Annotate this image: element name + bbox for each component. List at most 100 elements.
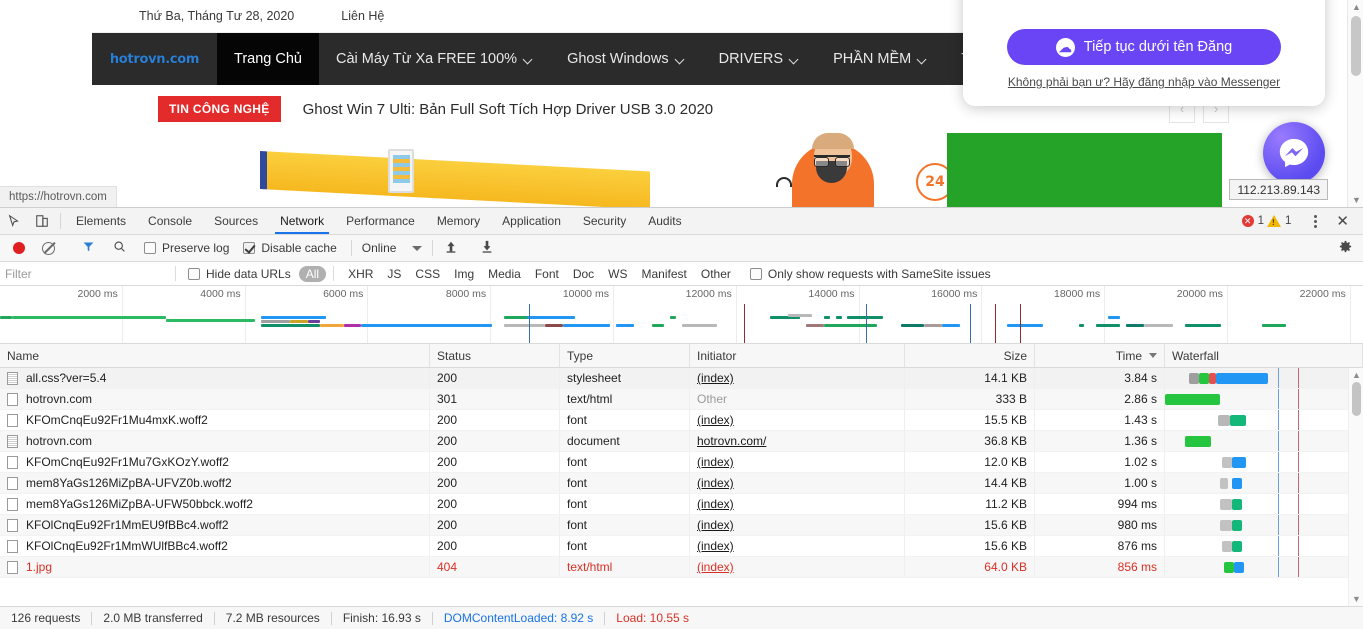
cell-name[interactable]: KFOlCnqEu92Fr1MmWUlfBBc4.woff2 (0, 536, 430, 556)
cell-name[interactable]: KFOmCnqEu92Fr1Mu7GxKOzY.woff2 (0, 452, 430, 472)
tab-application[interactable]: Application (491, 208, 572, 234)
column-header-time[interactable]: Time (1035, 344, 1165, 367)
nav-item-phan-mem[interactable]: PHẦN MỀM (816, 33, 944, 85)
messenger-continue-button[interactable]: ☁ Tiếp tục dưới tên Đăng (1007, 29, 1281, 65)
chip-manifest[interactable]: Manifest (635, 266, 694, 282)
toggle-device-toolbar-icon[interactable] (28, 208, 56, 234)
table-scrollbar-thumb[interactable] (1352, 382, 1361, 416)
initiator-link[interactable]: (index) (697, 518, 734, 532)
cell-initiator[interactable]: hotrovn.com/ (690, 431, 905, 451)
table-row[interactable]: hotrovn.com 200 document hotrovn.com/36.8 K… (0, 431, 1363, 452)
cell-name[interactable]: hotrovn.com (0, 431, 430, 451)
cell-name[interactable]: mem8YaGs126MiZpBA-UFW50bbck.woff2 (0, 494, 430, 514)
messenger-switch-account-link[interactable]: Không phải bạn ư? Hãy đăng nhập vào Mess… (1008, 75, 1280, 89)
error-count-badge[interactable]: ✕ 1 (1241, 215, 1264, 227)
topbar-contact-link[interactable]: Liên Hệ (341, 9, 384, 23)
tab-console[interactable]: Console (137, 208, 203, 234)
page-scrollbar[interactable]: ▲ ▼ (1347, 0, 1363, 207)
export-har-icon[interactable] (480, 240, 494, 257)
search-icon[interactable] (113, 240, 126, 256)
cell-initiator[interactable]: (index) (690, 557, 905, 577)
initiator-link[interactable]: hotrovn.com/ (697, 434, 766, 448)
chip-ws[interactable]: WS (601, 266, 634, 282)
cell-initiator[interactable]: (index) (690, 368, 905, 388)
cell-name[interactable]: all.css?ver=5.4 (0, 368, 430, 388)
column-header-initiator[interactable]: Initiator (690, 344, 905, 367)
scroll-up-arrow-icon[interactable]: ▲ (1352, 370, 1361, 380)
table-row[interactable]: mem8YaGs126MiZpBA-UFVZ0b.woff2 200 font (in… (0, 473, 1363, 494)
filter-toggle-icon[interactable] (82, 240, 95, 256)
cell-initiator[interactable]: (index) (690, 536, 905, 556)
scroll-down-arrow-icon[interactable]: ▼ (1352, 195, 1361, 205)
column-header-size[interactable]: Size (905, 344, 1035, 367)
site-logo[interactable]: hotrovn.com (92, 33, 217, 85)
initiator-link[interactable]: (index) (697, 560, 734, 574)
cell-initiator[interactable]: (index) (690, 473, 905, 493)
table-row[interactable]: KFOmCnqEu92Fr1Mu7GxKOzY.woff2 200 font (ind… (0, 452, 1363, 473)
messenger-chat-bubble[interactable] (1263, 122, 1325, 184)
network-overview-timeline[interactable]: 2000 ms 4000 ms 6000 ms 8000 ms 10000 ms 1200… (0, 286, 1363, 344)
devtools-close-icon[interactable]: ✕ (1328, 212, 1357, 230)
table-scrollbar[interactable]: ▲ ▼ (1348, 368, 1363, 606)
chip-media[interactable]: Media (481, 266, 528, 282)
cell-initiator[interactable]: Other (690, 389, 905, 409)
samesite-checkbox[interactable]: Only show requests with SameSite issues (749, 267, 991, 281)
column-header-status[interactable]: Status (430, 344, 560, 367)
chip-xhr[interactable]: XHR (341, 266, 380, 282)
initiator-link[interactable]: (index) (697, 455, 734, 469)
tab-performance[interactable]: Performance (335, 208, 426, 234)
nav-item-drivers[interactable]: DRIVERS (702, 33, 816, 85)
chip-font[interactable]: Font (528, 266, 566, 282)
tab-sources[interactable]: Sources (203, 208, 269, 234)
table-row[interactable]: KFOlCnqEu92Fr1MmWUlfBBc4.woff2 200 font (in… (0, 536, 1363, 557)
tab-elements[interactable]: Elements (65, 208, 137, 234)
cell-name[interactable]: KFOlCnqEu92Fr1MmEU9fBBc4.woff2 (0, 515, 430, 535)
tab-network[interactable]: Network (269, 208, 335, 234)
chip-other[interactable]: Other (694, 266, 738, 282)
news-headline-link[interactable]: Ghost Win 7 Ulti: Bản Full Soft Tích Hợp… (303, 101, 714, 118)
cell-name[interactable]: KFOmCnqEu92Fr1Mu4mxK.woff2 (0, 410, 430, 430)
gear-icon[interactable] (1338, 239, 1353, 257)
scroll-down-arrow-icon[interactable]: ▼ (1352, 594, 1361, 604)
record-button[interactable] (13, 242, 25, 254)
nav-item-ghost-windows[interactable]: Ghost Windows (550, 33, 702, 85)
warning-count-badge[interactable]: 1 (1267, 215, 1291, 227)
cell-initiator[interactable]: (index) (690, 410, 905, 430)
table-row[interactable]: 1.jpg 404 text/html (index) 64.0 KB 856 ms (0, 557, 1363, 578)
throttling-select[interactable]: Online (352, 241, 433, 255)
initiator-link[interactable]: (index) (697, 497, 734, 511)
devtools-more-options-icon[interactable] (1306, 214, 1325, 228)
table-row[interactable]: KFOlCnqEu92Fr1MmEU9fBBc4.woff2 200 font (in… (0, 515, 1363, 536)
cell-name[interactable]: 1.jpg (0, 557, 430, 577)
cell-name[interactable]: mem8YaGs126MiZpBA-UFVZ0b.woff2 (0, 473, 430, 493)
preserve-log-checkbox[interactable]: Preserve log (144, 241, 229, 255)
table-row[interactable]: mem8YaGs126MiZpBA-UFW50bbck.woff2 200 font… (0, 494, 1363, 515)
chip-all[interactable]: All (298, 265, 327, 282)
chip-doc[interactable]: Doc (566, 266, 601, 282)
scroll-up-arrow-icon[interactable]: ▲ (1352, 2, 1361, 12)
table-row[interactable]: KFOmCnqEu92Fr1Mu4mxK.woff2 200 font (index)… (0, 410, 1363, 431)
cell-initiator[interactable]: (index) (690, 452, 905, 472)
initiator-link[interactable]: (index) (697, 539, 734, 553)
table-row[interactable]: all.css?ver=5.4 200 stylesheet (index) 14.1 … (0, 368, 1363, 389)
initiator-link[interactable]: (index) (697, 413, 734, 427)
nav-item-cai-may-tu-xa[interactable]: Cài Máy Từ Xa FREE 100% (319, 33, 550, 85)
cell-name[interactable]: hotrovn.com (0, 389, 430, 409)
initiator-link[interactable]: (index) (697, 476, 734, 490)
filter-input[interactable] (0, 262, 168, 285)
import-har-icon[interactable] (444, 240, 458, 257)
column-header-name[interactable]: Name (0, 344, 430, 367)
tab-security[interactable]: Security (572, 208, 637, 234)
table-row[interactable]: hotrovn.com 301 text/html Other 333 B 2.86 s (0, 389, 1363, 410)
page-scrollbar-thumb[interactable] (1351, 16, 1361, 76)
clear-button[interactable] (42, 241, 55, 255)
tab-audits[interactable]: Audits (637, 208, 692, 234)
chip-js[interactable]: JS (380, 266, 408, 282)
hide-data-urls-checkbox[interactable]: Hide data URLs (188, 267, 291, 281)
cell-initiator[interactable]: (index) (690, 494, 905, 514)
tab-memory[interactable]: Memory (426, 208, 491, 234)
initiator-link[interactable]: (index) (697, 371, 734, 385)
chip-img[interactable]: Img (447, 266, 481, 282)
chip-css[interactable]: CSS (408, 266, 447, 282)
disable-cache-checkbox[interactable]: Disable cache (243, 241, 337, 255)
